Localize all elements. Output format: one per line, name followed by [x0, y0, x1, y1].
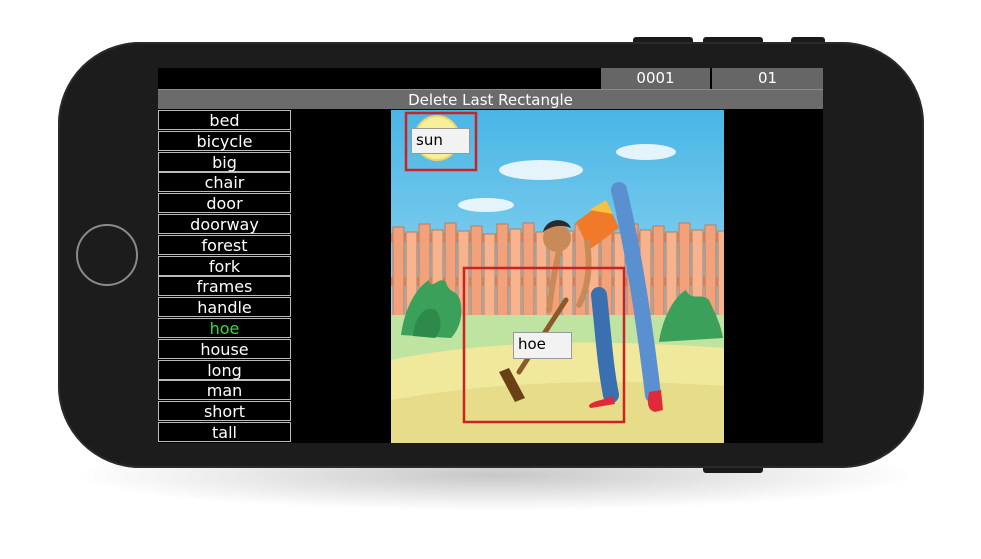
word-item-hoe[interactable]: hoe [158, 317, 291, 338]
word-item-man[interactable]: man [158, 380, 291, 401]
word-item-long[interactable]: long [158, 359, 291, 380]
rectangle-counter: 01 [712, 68, 823, 89]
annotation-canvas[interactable]: sun hoe [391, 110, 724, 443]
word-item-handle[interactable]: handle [158, 297, 291, 318]
word-item-house[interactable]: house [158, 338, 291, 359]
word-list: bed bicycle big chair door doorway fores… [158, 110, 291, 443]
word-item-chair[interactable]: chair [158, 172, 291, 193]
word-item-fork[interactable]: fork [158, 255, 291, 276]
word-item-forest[interactable]: forest [158, 234, 291, 255]
annotation-label-hoe[interactable]: hoe [513, 332, 572, 359]
word-item-tall[interactable]: tall [158, 421, 291, 442]
word-item-frames[interactable]: frames [158, 276, 291, 297]
word-item-big[interactable]: big [158, 151, 291, 172]
word-item-door[interactable]: door [158, 193, 291, 214]
word-item-bicycle[interactable]: bicycle [158, 130, 291, 151]
app-screen: 0001 01 Delete Last Rectangle bed bicycl… [158, 68, 823, 443]
word-item-bed[interactable]: bed [158, 110, 291, 130]
scene-illustration [391, 110, 724, 443]
annotation-label-sun[interactable]: sun [411, 128, 470, 154]
delete-last-rectangle-button[interactable]: Delete Last Rectangle [158, 89, 823, 109]
image-counter: 0001 [601, 68, 710, 89]
top-bar: 0001 01 [158, 68, 823, 89]
home-button[interactable] [76, 224, 138, 286]
word-item-short[interactable]: short [158, 401, 291, 422]
word-item-doorway[interactable]: doorway [158, 213, 291, 234]
